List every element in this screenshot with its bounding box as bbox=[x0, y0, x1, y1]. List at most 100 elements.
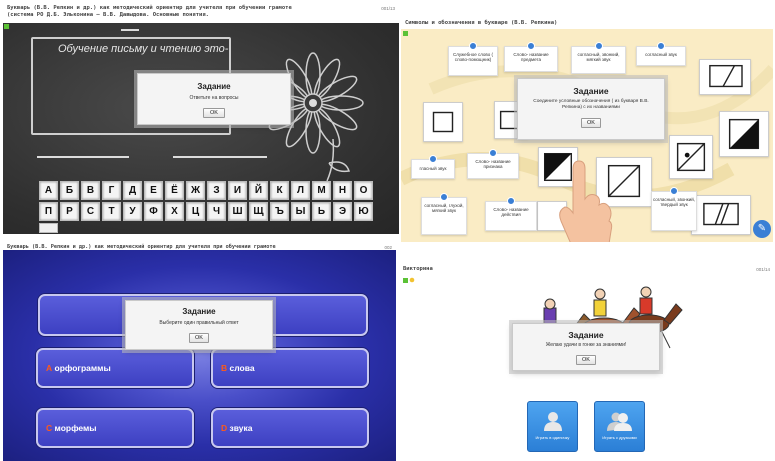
letter-key[interactable]: В bbox=[81, 181, 100, 200]
letter-key[interactable]: Л bbox=[291, 181, 310, 200]
task-dialog: Задание Соедините условные обозначения (… bbox=[517, 78, 665, 140]
letter-key-label: Х bbox=[171, 206, 178, 217]
letter-key[interactable]: Б bbox=[60, 181, 79, 200]
card-label: согласный, звонкий, твердый звук bbox=[652, 197, 696, 207]
letter-key-label: К bbox=[276, 185, 283, 196]
card-voiced-soft[interactable]: согласный, звонкий, мягкий звук bbox=[571, 42, 626, 74]
connector-dot[interactable] bbox=[469, 42, 477, 50]
letter-key[interactable]: Ё bbox=[165, 181, 184, 200]
letter-key[interactable]: Е bbox=[144, 181, 163, 200]
dialog-title: Задание bbox=[573, 86, 609, 96]
keyboard-row-1: А БВГДЕЁЖЗИЙКЛМНО bbox=[39, 181, 389, 200]
letter-key[interactable]: Ч bbox=[207, 202, 226, 221]
letter-key[interactable]: С bbox=[81, 202, 100, 221]
connector-dot[interactable] bbox=[527, 42, 535, 50]
keyboard-row-3 bbox=[39, 223, 389, 233]
symbol-slashed-rect[interactable] bbox=[699, 59, 751, 95]
check-answer-icon[interactable]: ✎ bbox=[753, 220, 771, 238]
panel-chalkboard-slide: Букварь (В.В. Репкин и др.) как методиче… bbox=[3, 3, 399, 234]
board-heading: Обучение письму и чтению это- bbox=[58, 43, 229, 55]
task-dialog: Задание Желаю удачи в гонке за знаниями!… bbox=[512, 323, 660, 371]
card-voiced-hard[interactable]: согласный, звонкий, твердый звук bbox=[651, 187, 697, 231]
letter-key[interactable]: Х bbox=[165, 202, 184, 221]
answer-b-button[interactable]: B слова bbox=[211, 348, 369, 388]
card-service-word[interactable]: Служебное слово ( слово-помощник) bbox=[448, 42, 498, 76]
letter-key[interactable]: Щ bbox=[249, 202, 268, 221]
answer-d-button[interactable]: D звука bbox=[211, 408, 369, 448]
answer-a-button[interactable]: A орфограммы bbox=[36, 348, 194, 388]
letter-key[interactable]: Э bbox=[333, 202, 352, 221]
dialog-title: Задание bbox=[568, 330, 604, 340]
letter-key-label: Щ bbox=[253, 206, 264, 217]
dialog-message: Соедините условные обозначения ( из букв… bbox=[533, 99, 649, 110]
letter-key-label: Ц bbox=[191, 206, 200, 217]
letter-key[interactable]: П bbox=[39, 202, 58, 221]
letter-key-label: Б bbox=[65, 185, 74, 196]
letter-key[interactable]: У bbox=[123, 202, 142, 221]
card-label: Слово- название действия bbox=[493, 207, 529, 217]
dialog-ok-button[interactable]: OK bbox=[189, 333, 209, 343]
play-with-friends-button[interactable]: Играть с друзьями bbox=[594, 401, 645, 452]
card-object-word[interactable]: Слово- название предмета bbox=[504, 42, 558, 72]
letter-key[interactable]: Ь bbox=[312, 202, 331, 221]
dialog-message: Ответьте на вопросы bbox=[189, 95, 239, 101]
answer-a-text: орфограммы bbox=[54, 363, 111, 373]
connector-dot[interactable] bbox=[440, 193, 448, 201]
card-attribute-word[interactable]: Слово- название признака bbox=[467, 149, 519, 179]
letter-key[interactable]: Н bbox=[333, 181, 352, 200]
connector-dot[interactable] bbox=[489, 149, 497, 157]
dialog-ok-button[interactable]: OK bbox=[581, 118, 601, 128]
dialog-ok-button[interactable]: OK bbox=[576, 355, 596, 365]
letter-key[interactable]: Ъ bbox=[270, 202, 289, 221]
card-vowel[interactable]: гласный звук bbox=[411, 155, 455, 179]
answer-c-text: морфемы bbox=[54, 423, 97, 433]
letter-key[interactable]: Ы bbox=[291, 202, 310, 221]
letter-key-label: Ж bbox=[190, 185, 201, 196]
connector-dot[interactable] bbox=[657, 42, 665, 50]
symbol-half-black-square[interactable] bbox=[719, 111, 769, 157]
letter-keyboard: А Б В Г Д Е Ё Ж З И Й К Л М Н О П Р С Т У Ф Х Ц ЧШЩЪЫЬ ЭЮ bbox=[39, 181, 389, 234]
flag-icon bbox=[4, 24, 9, 29]
card-voiceless-soft[interactable]: согласный, глухой, мягкий звук bbox=[421, 193, 467, 235]
symbol-double-slash-rect[interactable] bbox=[691, 195, 751, 235]
letter-key[interactable]: Ш bbox=[228, 202, 247, 221]
letter-key[interactable]: З bbox=[207, 181, 226, 200]
letter-key[interactable]: Ж bbox=[186, 181, 205, 200]
letter-key-label: А bbox=[44, 185, 53, 196]
symbol-empty-square[interactable] bbox=[423, 102, 463, 142]
letter-key[interactable]: К bbox=[270, 181, 289, 200]
letter-key[interactable]: А bbox=[39, 181, 58, 200]
connector-dot[interactable] bbox=[670, 187, 678, 195]
connector-dot[interactable] bbox=[429, 155, 437, 163]
dialog-title: Задание bbox=[182, 307, 216, 316]
letter-key-label: С bbox=[86, 206, 95, 217]
letter-key[interactable]: Ц bbox=[186, 202, 205, 221]
task-dialog: Задание Выберите один правильный ответ O… bbox=[125, 300, 273, 350]
letter-key[interactable]: Ю bbox=[354, 202, 373, 221]
letter-key[interactable]: Ф bbox=[144, 202, 163, 221]
card-action-word[interactable]: Слово- название действия bbox=[485, 197, 537, 231]
task-dialog: Задание Ответьте на вопросы OK bbox=[137, 73, 291, 125]
letter-key[interactable]: Й bbox=[249, 181, 268, 200]
letter-key[interactable]: Г bbox=[102, 181, 121, 200]
letter-key[interactable]: Т bbox=[102, 202, 121, 221]
symbol-dot-diagonal[interactable] bbox=[669, 135, 713, 179]
slide-number: 001/14 bbox=[756, 267, 770, 272]
letter-key-partial[interactable] bbox=[39, 223, 58, 233]
letter-key[interactable]: И bbox=[228, 181, 247, 200]
connector-dot[interactable] bbox=[507, 197, 515, 205]
play-alone-button[interactable]: Играть в одиночку bbox=[527, 401, 578, 452]
letter-key-label: Е bbox=[150, 185, 157, 196]
letter-key[interactable]: Р bbox=[60, 202, 79, 221]
letter-key[interactable]: О bbox=[354, 181, 373, 200]
single-player-icon bbox=[543, 412, 562, 431]
answer-c-button[interactable]: C морфемы bbox=[36, 408, 194, 448]
letter-key[interactable]: М bbox=[312, 181, 331, 200]
answer-d-letter: D bbox=[221, 423, 228, 433]
connector-dot[interactable] bbox=[594, 42, 603, 50]
letter-key[interactable]: Д bbox=[123, 181, 142, 200]
dialog-ok-button[interactable]: OK bbox=[203, 108, 225, 118]
letter-key-label: Э bbox=[338, 206, 347, 217]
card-consonant[interactable]: согласный звук bbox=[636, 42, 686, 66]
slide-title-line2: (система РО Д.Б. Эльконина – В.В. Давыдо… bbox=[7, 12, 209, 18]
